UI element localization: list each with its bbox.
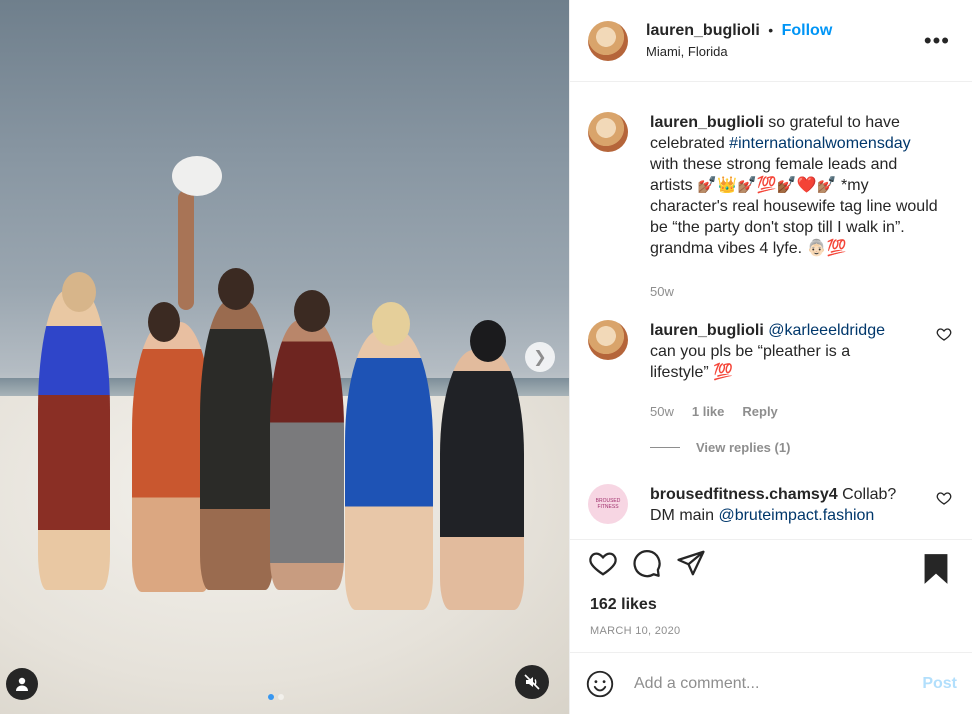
post-button[interactable]: Post — [922, 675, 957, 693]
post-side-panel: lauren_buglioli • Follow Miami, Florida … — [569, 0, 972, 714]
send-icon[interactable] — [676, 548, 706, 578]
hashtag-link[interactable]: #internationalwomensday — [729, 135, 910, 152]
mute-button[interactable] — [515, 665, 549, 699]
divider-line — [650, 447, 680, 448]
reply-button[interactable]: Reply — [742, 401, 777, 422]
location-link[interactable]: Miami, Florida — [646, 44, 832, 59]
comment-username[interactable]: lauren_buglioli — [650, 322, 764, 339]
comment-meta: 50w — [650, 281, 938, 302]
hat — [172, 156, 222, 196]
caption-comment: lauren_buglioli so grateful to have cele… — [588, 112, 938, 302]
header-text: lauren_buglioli • Follow Miami, Florida — [646, 22, 832, 59]
comment-age[interactable]: 50w — [650, 401, 674, 422]
comment-username[interactable]: lauren_buglioli — [650, 114, 764, 131]
comment-username[interactable]: brousedfitness.chamsy4 — [650, 486, 838, 503]
heart-icon[interactable] — [588, 548, 618, 578]
carousel-next-button[interactable]: ❯ — [525, 342, 555, 372]
comment-like-heart-icon[interactable] — [936, 326, 952, 342]
figure-6-head — [470, 320, 506, 362]
speaker-muted-icon — [524, 674, 540, 690]
avatar[interactable]: BROUSED FITNESS — [588, 484, 628, 524]
comment-item: BROUSED FITNESS brousedfitness.chamsy4 C… — [588, 484, 952, 526]
comment-like-heart-icon[interactable] — [936, 490, 952, 506]
comment-body: lauren_buglioli so grateful to have cele… — [650, 112, 938, 302]
figure-6 — [440, 350, 524, 610]
chevron-right-icon: ❯ — [533, 349, 547, 366]
carousel-dot — [278, 694, 284, 700]
mention-link[interactable]: @karleeeldridge — [768, 322, 885, 339]
view-replies-button[interactable]: View replies (1) — [650, 440, 790, 455]
separator: • — [768, 22, 774, 38]
follow-button[interactable]: Follow — [782, 22, 833, 39]
comment-meta: 50w 1 like Reply — [650, 401, 910, 422]
figure-3-head — [218, 268, 254, 310]
post-header: lauren_buglioli • Follow Miami, Florida … — [570, 0, 972, 82]
likes-count[interactable]: 162 likes — [590, 596, 657, 614]
mention-link[interactable]: @bruteimpact.fashion — [718, 507, 874, 524]
comment-icon[interactable] — [632, 548, 662, 578]
comment-item: lauren_buglioli @karleeeldridge can you … — [588, 320, 952, 422]
post-media[interactable]: ❯ — [0, 0, 569, 714]
comment-input[interactable] — [634, 674, 923, 693]
view-replies-label: View replies (1) — [696, 440, 791, 455]
smiley-icon[interactable] — [586, 670, 614, 698]
comments-list[interactable]: lauren_buglioli so grateful to have cele… — [570, 82, 972, 540]
comment-text: can you pls be “pleather is a lifestyle”… — [650, 343, 851, 381]
figure-2-head — [148, 302, 180, 342]
avatar-logo-text: BROUSED FITNESS — [595, 498, 621, 510]
post-date[interactable]: MARCH 10, 2020 — [590, 625, 680, 637]
comment-body: lauren_buglioli @karleeeldridge can you … — [650, 320, 910, 422]
comment-age[interactable]: 50w — [650, 281, 674, 302]
comment-body: brousedfitness.chamsy4 Collab? DM main @… — [650, 484, 910, 526]
person-icon — [16, 677, 28, 691]
avatar[interactable] — [588, 320, 628, 360]
figure-5-head — [372, 302, 410, 346]
avatar[interactable] — [588, 20, 628, 61]
comment-text: with these strong female leads and artis… — [650, 156, 938, 257]
figure-5 — [345, 330, 433, 610]
raised-arm — [178, 190, 194, 310]
add-comment-bar: Post — [570, 652, 972, 714]
username-link[interactable]: lauren_buglioli — [646, 22, 760, 39]
carousel-dots — [268, 694, 284, 700]
more-dots-icon[interactable]: ••• — [924, 30, 950, 52]
comment-likes[interactable]: 1 like — [692, 401, 725, 422]
figure-1-head — [62, 272, 96, 312]
figure-3 — [200, 300, 274, 590]
action-bar — [588, 548, 706, 578]
tagged-people-button[interactable] — [6, 668, 38, 700]
figure-4 — [270, 320, 344, 590]
figure-1 — [38, 290, 110, 590]
carousel-dot — [268, 694, 274, 700]
avatar[interactable] — [588, 112, 628, 152]
bookmark-icon[interactable] — [922, 553, 950, 585]
figure-4-head — [294, 290, 330, 332]
